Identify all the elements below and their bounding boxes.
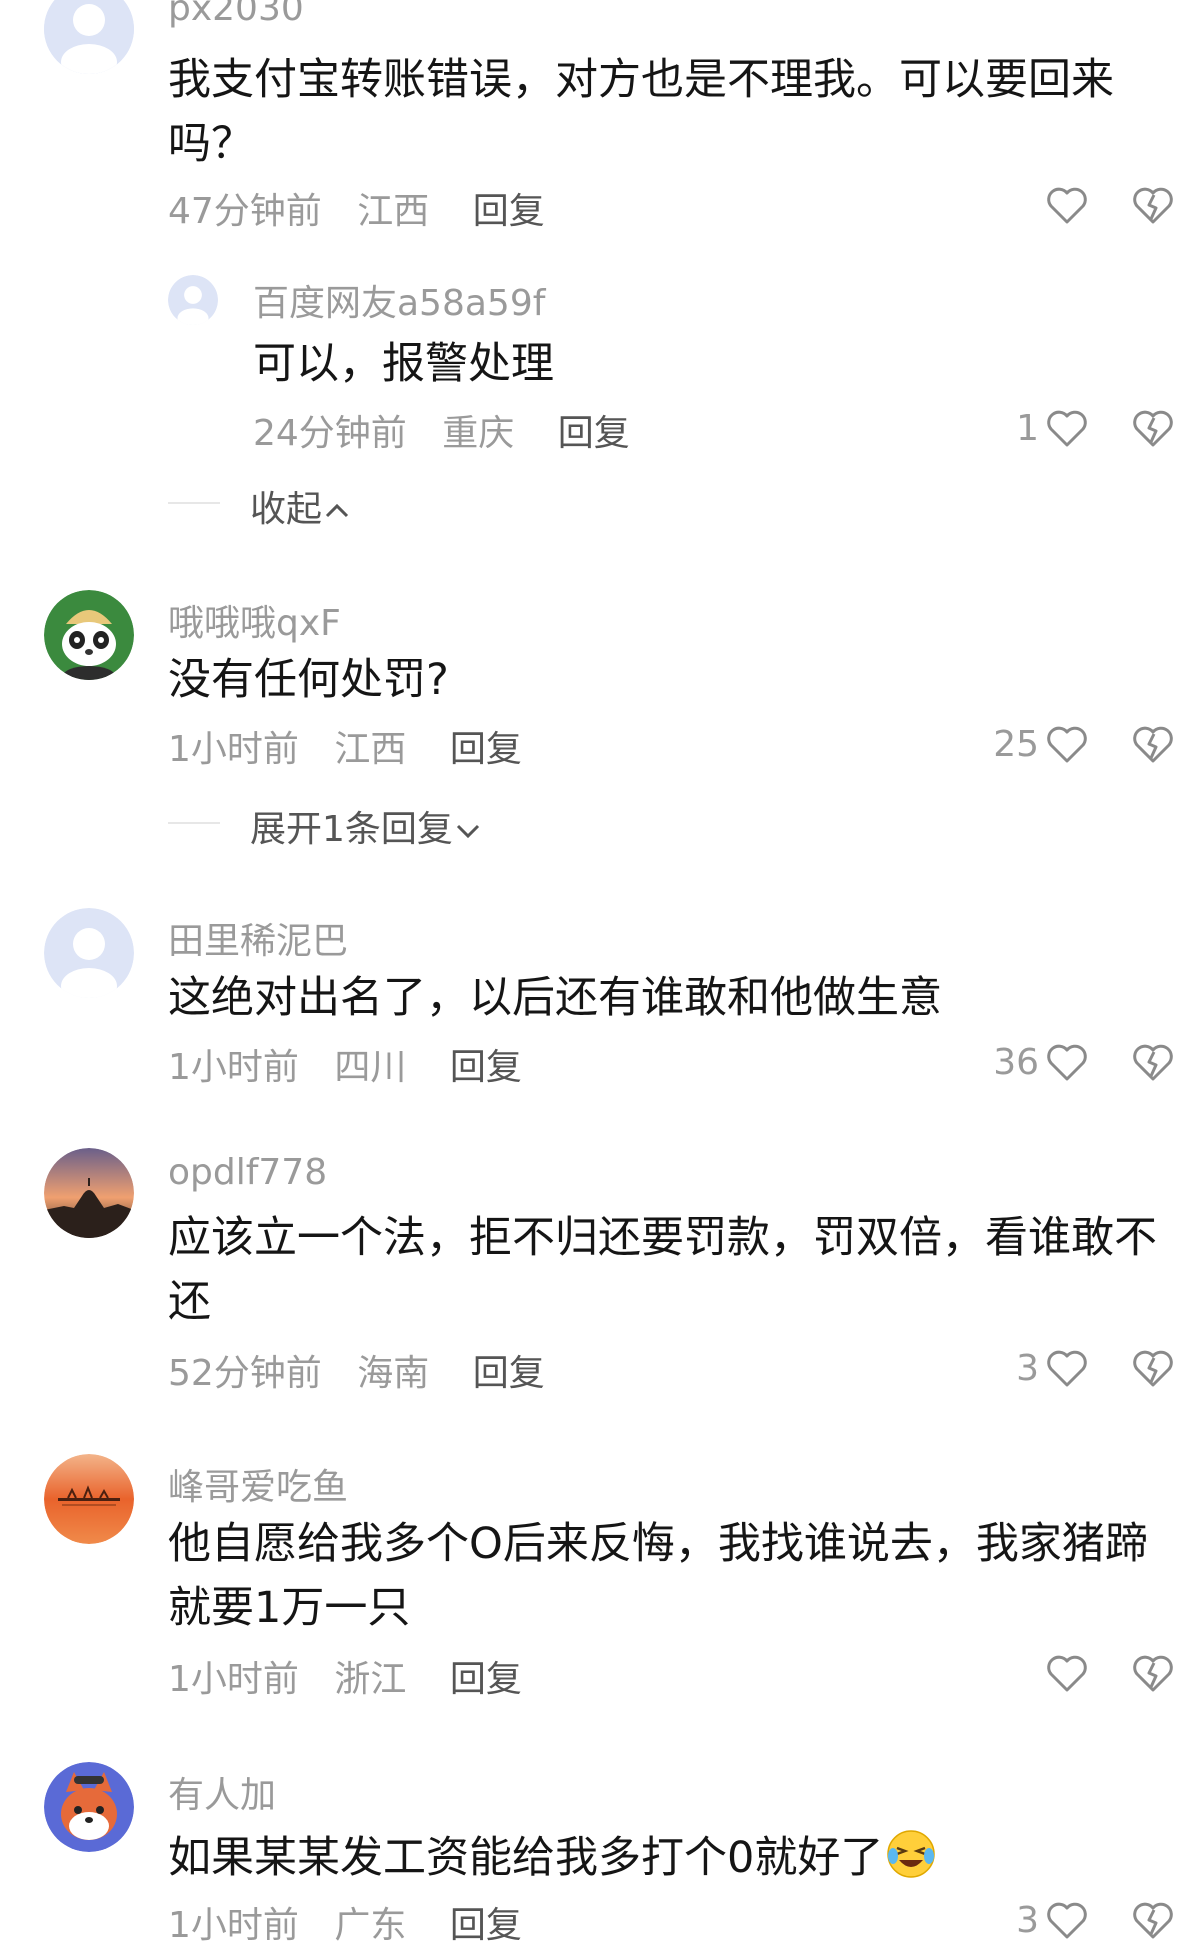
broken-heart-icon[interactable] [1131, 1901, 1175, 1941]
default-avatar-icon [44, 0, 134, 74]
comment-username[interactable]: 哦哦哦qxF [168, 594, 341, 646]
fold-divider [168, 822, 220, 824]
avatar[interactable] [44, 0, 134, 74]
comment-username[interactable]: 田里稀泥巴 [168, 912, 348, 964]
laughing-crying-emoji-icon [887, 1830, 936, 1878]
heart-outline-icon[interactable] [1045, 1901, 1089, 1941]
expand-replies-button[interactable]: 展开1条回复 [250, 800, 483, 852]
comment-time: 24分钟前 [253, 413, 407, 454]
avatar[interactable] [44, 590, 134, 680]
comment-username[interactable]: px2030 [168, 0, 304, 29]
avatar[interactable] [44, 1762, 134, 1852]
comment-meta: 1小时前 广东 回复 [168, 1896, 522, 1948]
like-count: 1 [1016, 408, 1039, 449]
comment-username[interactable]: 峰哥爱吃鱼 [168, 1458, 348, 1510]
comment-location: 浙江 [334, 1659, 407, 1700]
like-count: 36 [993, 1042, 1039, 1083]
reply-button[interactable]: 回复 [450, 1038, 522, 1090]
expand-label: 展开1条回复 [250, 809, 453, 850]
comment-actions: 3 [1016, 1900, 1175, 1941]
comment-location: 广东 [334, 1905, 407, 1946]
comment-text: 这绝对出名了，以后还有谁敢和他做生意 [168, 973, 942, 1023]
default-avatar-icon [44, 908, 134, 998]
avatar[interactable] [168, 275, 218, 325]
comment-actions: 36 [993, 1042, 1175, 1083]
comment-time: 1小时前 [168, 1659, 299, 1700]
comment-time: 1小时前 [168, 1047, 299, 1088]
avatar[interactable] [44, 908, 134, 998]
chevron-down-icon [456, 824, 479, 839]
reply-button[interactable]: 回复 [450, 1650, 522, 1702]
like-count: 3 [1016, 1348, 1039, 1389]
broken-heart-icon[interactable] [1131, 186, 1175, 226]
broken-heart-icon[interactable] [1131, 409, 1175, 449]
collapse-replies-button[interactable]: 收起 [250, 480, 352, 532]
comment-meta: 52分钟前 海南 回复 [168, 1344, 545, 1396]
comment-text-line: 如果某某发工资能给我多打个0就好了 [168, 1826, 937, 1890]
heart-outline-icon[interactable] [1045, 725, 1089, 765]
heart-outline-icon[interactable] [1045, 1043, 1089, 1083]
reply-button[interactable]: 回复 [473, 1344, 545, 1396]
fox-avatar-icon [44, 1762, 134, 1852]
comment-location: 江西 [334, 729, 407, 770]
comment-meta: 1小时前 江西 回复 [168, 720, 522, 772]
reply-text: 可以，报警处理 [253, 339, 554, 389]
heart-outline-icon[interactable] [1045, 1349, 1089, 1389]
broken-heart-icon[interactable] [1131, 1654, 1175, 1694]
comment-meta: 1小时前 四川 回复 [168, 1038, 522, 1090]
comment-actions: 1 [1016, 408, 1175, 449]
comment-location: 重庆 [442, 413, 515, 454]
broken-heart-icon[interactable] [1131, 1349, 1175, 1389]
comment-username[interactable]: opdlf778 [168, 1152, 327, 1193]
comment-text: 没有任何处罚? [168, 655, 449, 705]
comment-actions: 25 [993, 724, 1175, 765]
comment-text: 我支付宝转账错误，对方也是不理我。可以要回来吗？ [168, 55, 1114, 169]
reply-button[interactable]: 回复 [450, 720, 522, 772]
reply-button[interactable]: 回复 [473, 182, 545, 234]
reply-button[interactable]: 回复 [558, 404, 630, 456]
comment-actions [1029, 186, 1175, 226]
fold-divider [168, 502, 220, 504]
collapse-label: 收起 [250, 489, 323, 530]
panda-avatar-icon [44, 590, 134, 680]
comment-text: 应该立一个法，拒不归还要罚款，罚双倍，看谁敢不还 [168, 1213, 1157, 1327]
comment-time: 47分钟前 [168, 191, 322, 232]
comment-text: 如果某某发工资能给我多打个0就好了 [168, 1833, 884, 1883]
comment-time: 1小时前 [168, 729, 299, 770]
comment-time: 1小时前 [168, 1905, 299, 1946]
comment-location: 江西 [357, 191, 430, 232]
avatar[interactable] [44, 1148, 134, 1238]
comment-username[interactable]: 有人加 [168, 1766, 276, 1818]
comment-location: 四川 [334, 1047, 407, 1088]
comment-text: 他自愿给我多个O后来反悔，我找谁说去，我家猪蹄就要1万一只 [168, 1519, 1148, 1633]
comment-actions [1029, 1654, 1175, 1694]
comment-time: 52分钟前 [168, 1353, 322, 1394]
chevron-up-icon [325, 503, 349, 518]
comment-actions: 3 [1016, 1348, 1175, 1389]
comment-meta: 47分钟前 江西 回复 [168, 182, 545, 234]
default-avatar-icon [168, 275, 218, 325]
like-count: 25 [993, 724, 1039, 765]
heart-outline-icon[interactable] [1045, 186, 1089, 226]
avatar[interactable] [44, 1454, 134, 1544]
broken-heart-icon[interactable] [1131, 1043, 1175, 1083]
like-count: 3 [1016, 1900, 1039, 1941]
heart-outline-icon[interactable] [1045, 409, 1089, 449]
heart-outline-icon[interactable] [1045, 1654, 1089, 1694]
broken-heart-icon[interactable] [1131, 725, 1175, 765]
sunset-lake-avatar-icon [44, 1454, 134, 1544]
comment-meta: 1小时前 浙江 回复 [168, 1650, 522, 1702]
comment-meta: 24分钟前 重庆 回复 [253, 404, 630, 456]
comment-location: 海南 [357, 1353, 430, 1394]
reply-username[interactable]: 百度网友a58a59f [253, 274, 545, 326]
sunset-city-avatar-icon [44, 1148, 134, 1238]
reply-button[interactable]: 回复 [450, 1896, 522, 1948]
